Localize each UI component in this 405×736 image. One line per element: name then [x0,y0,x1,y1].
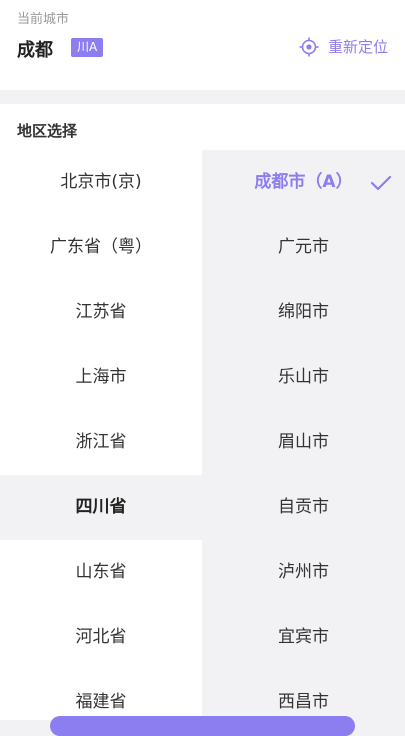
city-item-label: 成都市（A） [254,172,353,192]
relocate-button[interactable]: 重新定位 [299,36,388,57]
province-item[interactable]: 北京市(京) [0,150,202,215]
city-list[interactable]: 成都市（A） 广元市 绵阳市 乐山市 眉山市 自贡市 泸州市 宜宾市 西昌市 [202,150,405,720]
check-icon [370,175,392,191]
province-list[interactable]: 北京市(京) 广东省（粤） 江苏省 上海市 浙江省 四川省 山东省 河北省 福建… [0,150,202,720]
province-item-selected[interactable]: 四川省 [0,475,202,540]
city-item[interactable]: 眉山市 [202,410,405,475]
province-item[interactable]: 山东省 [0,540,202,605]
city-item[interactable]: 泸州市 [202,540,405,605]
current-city-panel: 当前城市 成都 川A 重新定位 [0,0,405,90]
relocate-label: 重新定位 [327,38,388,56]
city-item[interactable]: 绵阳市 [202,280,405,345]
city-item[interactable]: 宜宾市 [202,605,405,670]
current-city-name: 成都 [17,40,53,61]
city-item[interactable]: 广元市 [202,215,405,280]
province-item[interactable]: 浙江省 [0,410,202,475]
province-item[interactable]: 江苏省 [0,280,202,345]
city-item[interactable]: 乐山市 [202,345,405,410]
region-header-title: 地区选择 [17,122,78,140]
province-item[interactable]: 河北省 [0,605,202,670]
locate-crosshair-icon [299,37,319,56]
region-header: 地区选择 [0,104,405,150]
current-city-label: 当前城市 [17,12,70,27]
section-divider [0,90,405,104]
province-item[interactable]: 上海市 [0,345,202,410]
province-item[interactable]: 广东省（粤） [0,215,202,280]
plate-badge: 川A [71,38,104,57]
city-item[interactable]: 自贡市 [202,475,405,540]
city-item-selected[interactable]: 成都市（A） [202,150,405,215]
confirm-button[interactable] [50,716,355,736]
